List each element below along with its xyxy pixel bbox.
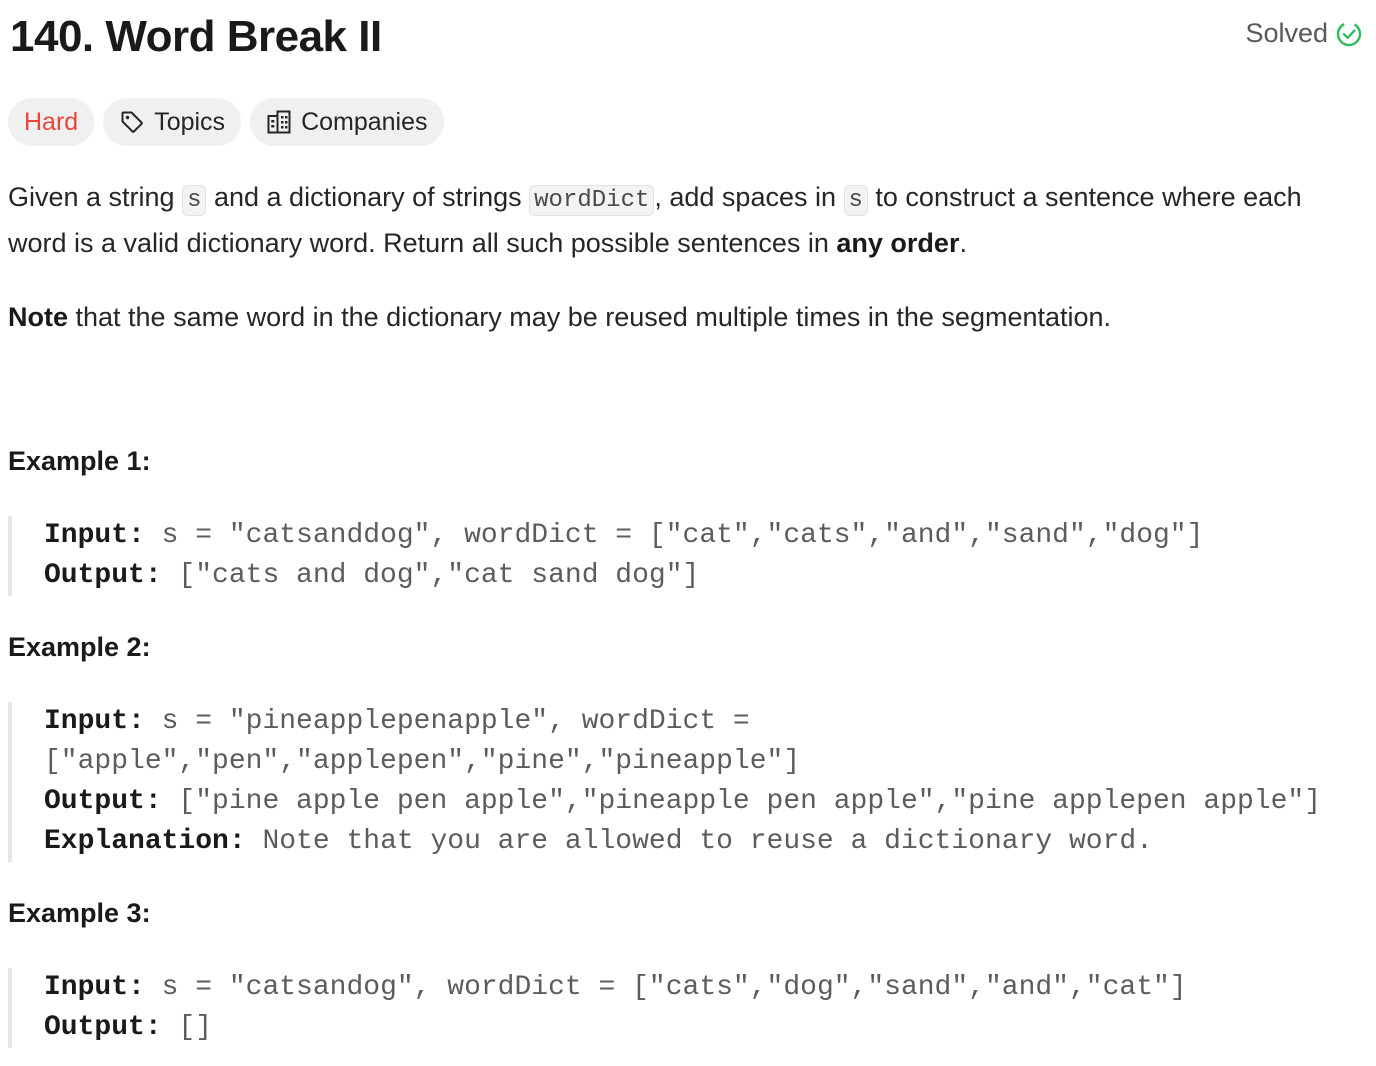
example-line: ["apple","pen","applepen","pine","pineap… [44,746,801,777]
problem-title[interactable]: 140. Word Break II [10,12,382,62]
description-paragraph: Given a string s and a dictionary of str… [8,182,1302,258]
example-line: Explanation: Note that you are allowed t… [44,826,1153,857]
problem-description: Given a string s and a dictionary of str… [8,176,1358,338]
code-worddict: wordDict [529,185,655,216]
example-2-title: Example 2: [8,632,151,662]
example-line: Output: ["pine apple pen apple","pineapp… [44,786,1322,817]
topics-label: Topics [154,107,226,136]
code-s: s [843,185,868,216]
example-1-title: Example 1: [8,446,151,476]
example-line: Input: s = "catsanddog", wordDict = ["ca… [44,520,1204,551]
companies-label: Companies [301,107,428,136]
difficulty-badge: Hard [8,98,95,146]
example-line: Output: ["cats and dog","cat sand dog"] [44,560,700,591]
check-circle-icon [1336,21,1362,47]
example-3-title: Example 3: [8,898,151,928]
example-line: Output: [] [44,1012,213,1043]
example-1-block: Input: s = "catsanddog", wordDict = ["ca… [8,516,1364,596]
companies-button[interactable]: Companies [250,98,444,146]
example-3-block: Input: s = "catsandog", wordDict = ["cat… [8,968,1364,1048]
code-s: s [182,185,207,216]
solved-label: Solved [1245,18,1328,48]
topics-button[interactable]: Topics [103,98,242,146]
problem-tags: Hard Topics Companies [8,98,444,146]
solved-status: Solved [1245,18,1362,49]
problem-header: 140. Word Break II Solved [10,8,1362,68]
building-icon [266,109,292,135]
note-paragraph: Note that the same word in the dictionar… [8,302,1112,332]
tag-icon [119,109,145,135]
example-2-block: Input: s = "pineapplepenapple", wordDict… [8,702,1364,862]
example-line: Input: s = "pineapplepenapple", wordDict… [44,706,750,737]
example-line: Input: s = "catsandog", wordDict = ["cat… [44,972,1187,1003]
difficulty-label: Hard [24,107,79,136]
